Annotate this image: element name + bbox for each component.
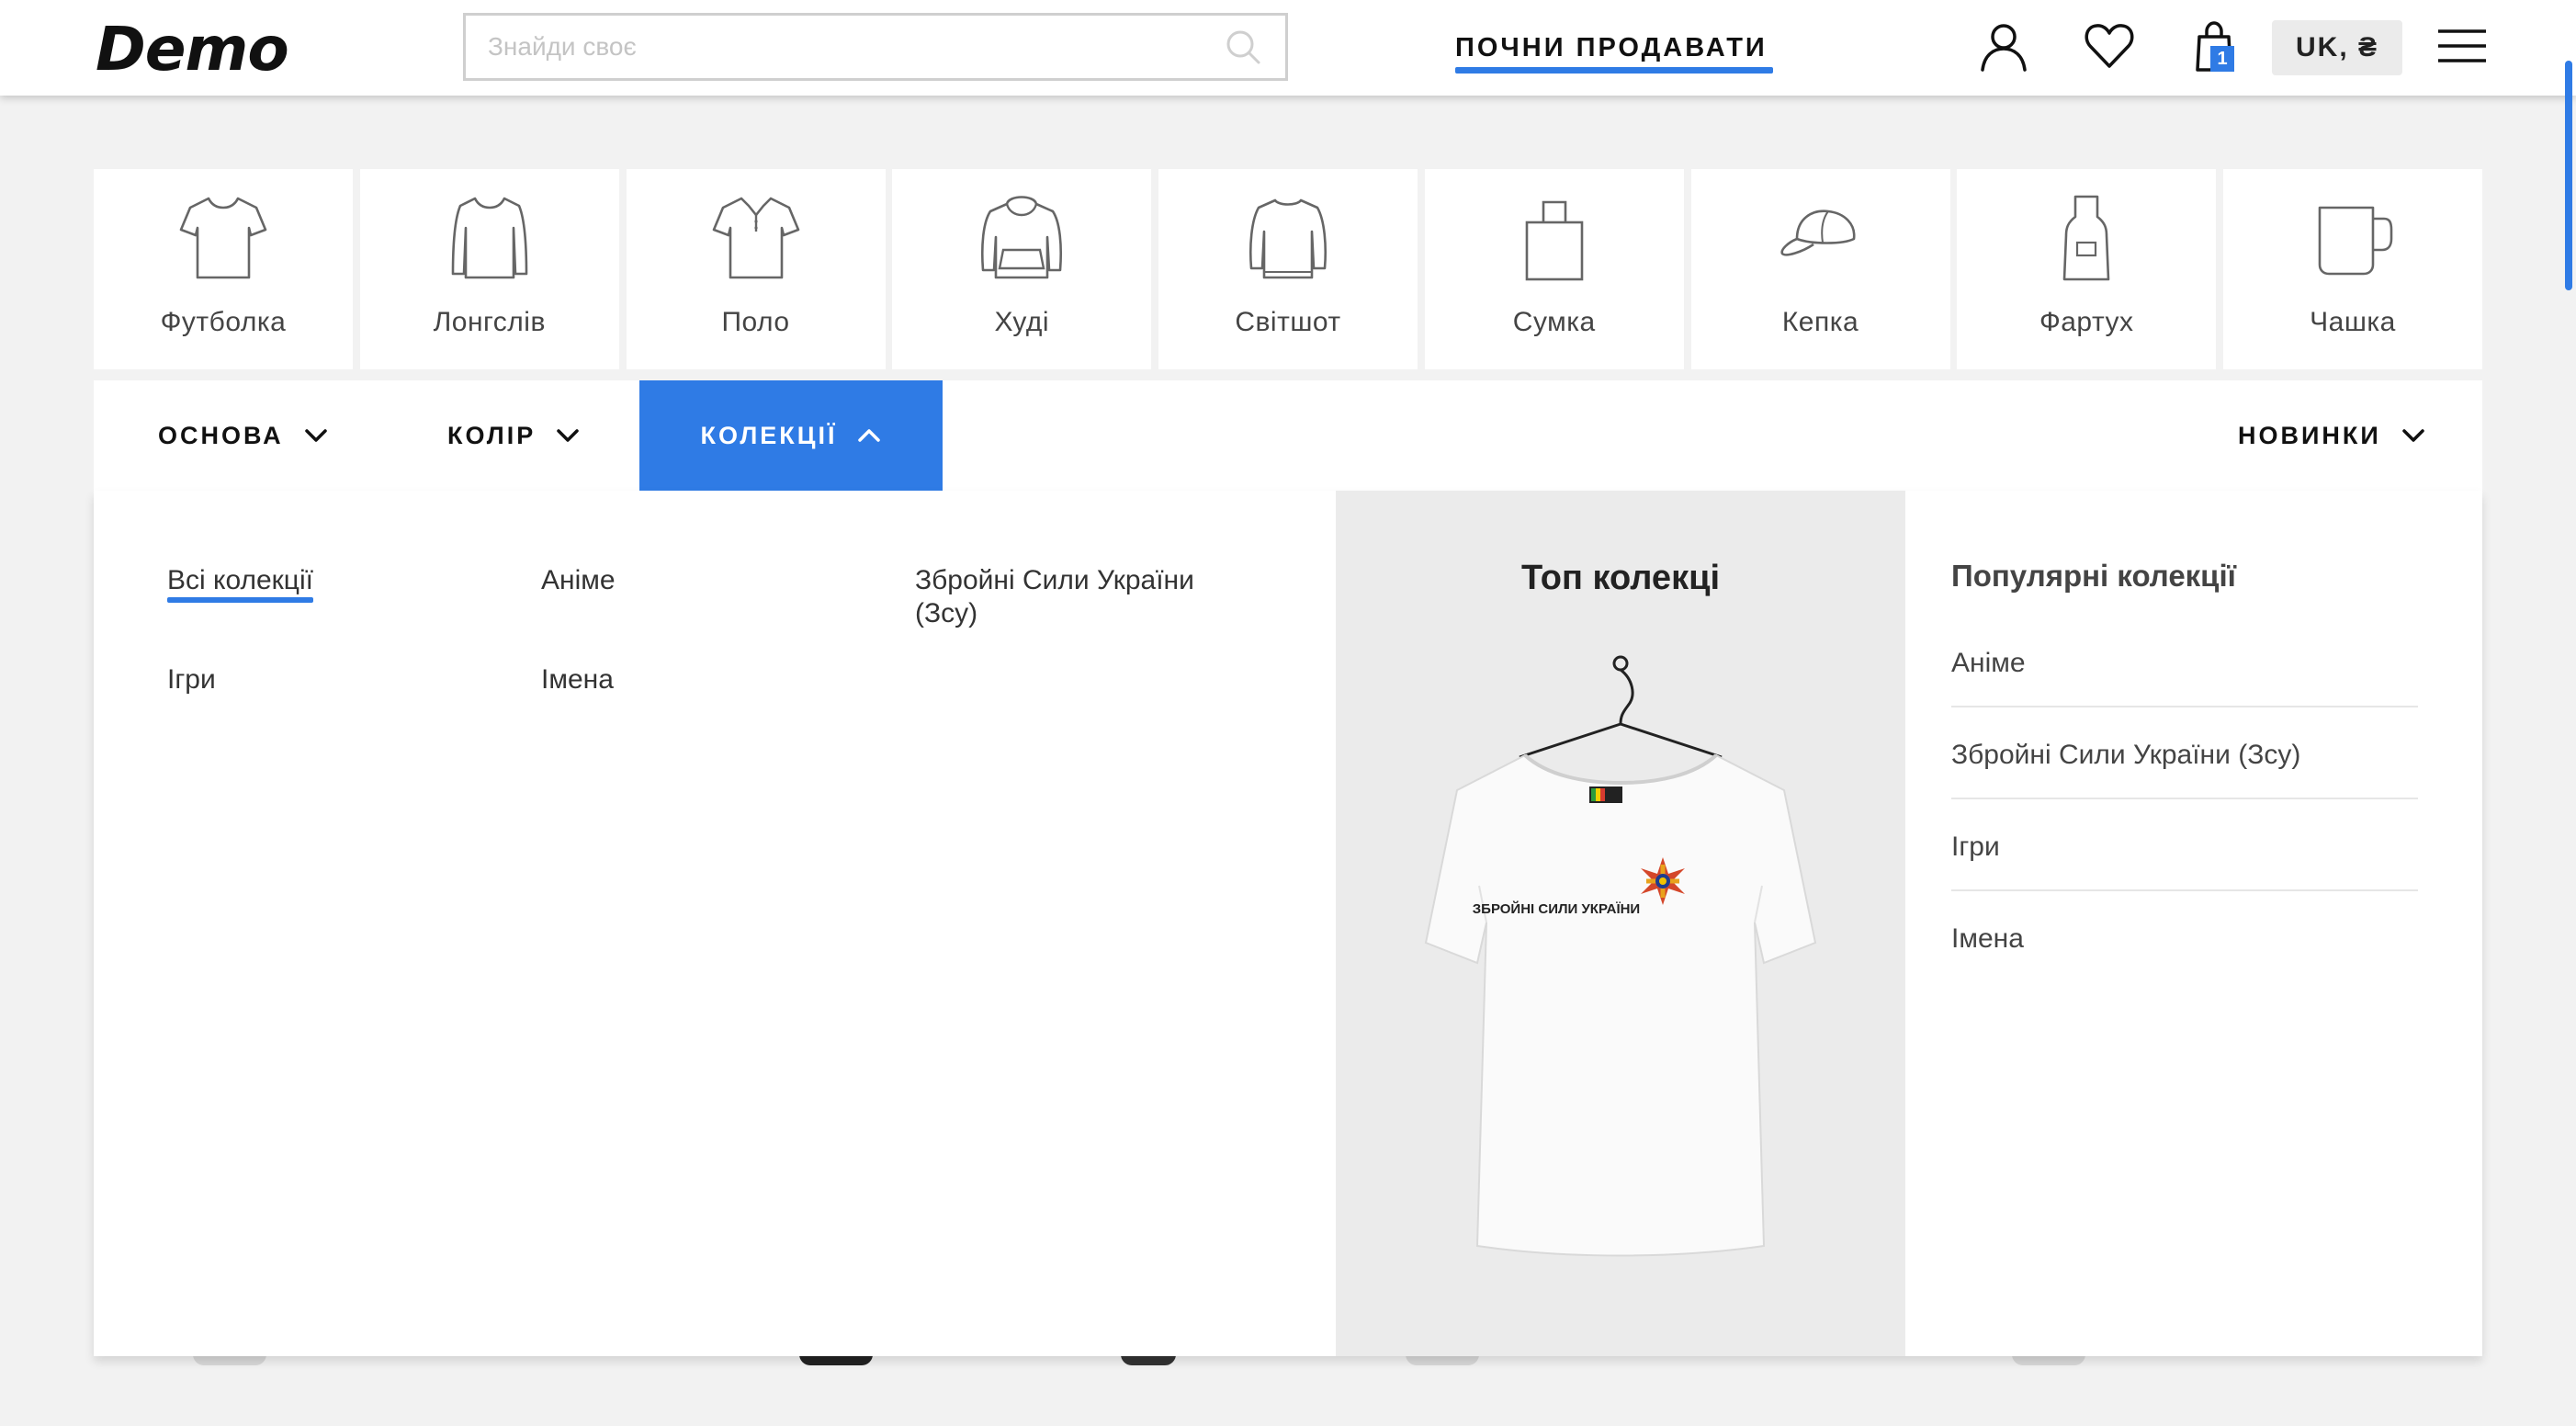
site-header: Demo ПОЧНИ ПРОДАВАТИ 1 UK, ₴ xyxy=(0,0,2576,96)
popular-collection-label: Ігри xyxy=(1951,832,2000,862)
category-polo[interactable]: Поло xyxy=(626,169,886,369)
shirt-print-text: ЗБРОЙНІ СИЛИ УКРАЇНИ xyxy=(1473,900,1640,917)
category-label: Чашка xyxy=(2310,307,2396,337)
category-bag[interactable]: Сумка xyxy=(1424,169,1684,369)
menu-icon[interactable] xyxy=(2435,18,2490,74)
category-label: Кепка xyxy=(1781,307,1859,337)
category-tshirt[interactable]: Футболка xyxy=(94,169,353,369)
sort-dropdown[interactable]: НОВИНКИ xyxy=(2238,380,2425,491)
tshirt-product-image[interactable]: ЗБРОЙНІ СИЛИ УКРАЇНИ xyxy=(1391,647,1850,1299)
longsleeve-icon xyxy=(451,197,528,279)
mug-icon xyxy=(2318,206,2393,276)
collection-link-anime[interactable]: Аніме xyxy=(541,564,616,597)
site-logo[interactable]: Demo xyxy=(96,13,289,86)
language-currency-button[interactable]: UK, ₴ xyxy=(2272,20,2402,75)
selected-underline xyxy=(167,597,313,603)
user-icon[interactable] xyxy=(1976,18,2031,74)
scrollbar[interactable] xyxy=(2561,0,2576,1426)
search-input[interactable] xyxy=(486,16,1203,78)
start-selling-underline xyxy=(1455,67,1773,74)
category-hoodie[interactable]: Худі xyxy=(892,169,1152,369)
collection-link-zsu[interactable]: Збройні Сили України (Зсу) xyxy=(915,564,1246,630)
popular-collection-item[interactable]: Імена xyxy=(1951,891,2418,983)
category-cap[interactable]: Кепка xyxy=(1690,169,1950,369)
chevron-down-icon xyxy=(304,429,327,442)
search-icon[interactable] xyxy=(1225,28,1261,65)
cap-icon xyxy=(1779,209,1855,256)
top-collection-panel[interactable]: Топ колекці ЗБРОЙНІ СИЛИ УКРАЇНИ xyxy=(1336,491,1905,1356)
start-selling-link[interactable]: ПОЧНИ ПРОДАВАТИ xyxy=(1455,28,1773,74)
category-longsleeve[interactable]: Лонгслів xyxy=(359,169,619,369)
popular-collection-label: Збройні Сили України (Зсу) xyxy=(1951,740,2301,770)
filter-bar: ОСНОВА КОЛІР КОЛЕКЦІЇ НОВИНКИ xyxy=(94,380,2482,491)
filter-color-label: КОЛІР xyxy=(447,421,537,449)
sort-label: НОВИНКИ xyxy=(2238,421,2381,449)
category-label: Худі xyxy=(994,307,1050,337)
category-sweatshirt[interactable]: Світшот xyxy=(1158,169,1418,369)
category-label: Лонгслів xyxy=(433,307,546,337)
start-selling-label: ПОЧНИ ПРОДАВАТИ xyxy=(1455,33,1768,62)
filter-base-label: ОСНОВА xyxy=(158,421,284,449)
popular-collections-title: Популярні колекції xyxy=(1951,559,2236,593)
collections-dropdown-panel: Всі колекції Аніме Збройні Сили України … xyxy=(94,491,2482,1356)
hoodie-icon xyxy=(981,196,1063,279)
category-label: Поло xyxy=(721,307,790,337)
filter-collections-label: КОЛЕКЦІЇ xyxy=(700,421,838,449)
collection-link-names[interactable]: Імена xyxy=(541,663,614,696)
popular-collection-item[interactable]: Ігри xyxy=(1951,799,2418,891)
scrollbar-thumb[interactable] xyxy=(2565,61,2572,290)
sweatshirt-icon xyxy=(1248,198,1328,279)
tshirt-icon xyxy=(179,197,267,279)
search-box xyxy=(463,13,1288,81)
popular-collection-item[interactable]: Аніме xyxy=(1951,616,2418,707)
top-collection-title: Топ колекці xyxy=(1520,559,1721,597)
collection-link-games[interactable]: Ігри xyxy=(167,663,216,696)
collection-link-all[interactable]: Всі колекції xyxy=(167,564,313,603)
filter-color-dropdown[interactable]: КОЛІР xyxy=(447,380,580,491)
cart-count-badge: 1 xyxy=(2210,46,2234,72)
chevron-up-icon xyxy=(858,429,881,442)
popular-collection-label: Імена xyxy=(1951,923,2024,954)
chevron-down-icon xyxy=(557,429,580,442)
popular-collection-label: Аніме xyxy=(1951,648,2026,678)
category-strip: Футболка Лонгслів Поло Худі Світшот Сумк… xyxy=(94,169,2482,369)
category-mug[interactable]: Чашка xyxy=(2223,169,2482,369)
category-label: Світшот xyxy=(1235,307,1341,337)
category-apron[interactable]: Фартух xyxy=(1957,169,2217,369)
chevron-down-icon xyxy=(2402,429,2424,442)
bag-icon xyxy=(1525,200,1584,281)
filter-base-dropdown[interactable]: ОСНОВА xyxy=(158,380,328,491)
polo-icon xyxy=(712,197,799,279)
category-label: Сумка xyxy=(1512,307,1596,337)
heart-icon[interactable] xyxy=(2082,18,2137,74)
category-label: Фартух xyxy=(2039,307,2134,337)
apron-icon xyxy=(2062,195,2110,281)
filter-collections-dropdown[interactable]: КОЛЕКЦІЇ xyxy=(639,380,943,491)
popular-collection-item[interactable]: Збройні Сили України (Зсу) xyxy=(1951,707,2418,799)
category-label: Футболка xyxy=(160,307,287,337)
collection-link-label: Всі колекції xyxy=(167,565,313,595)
